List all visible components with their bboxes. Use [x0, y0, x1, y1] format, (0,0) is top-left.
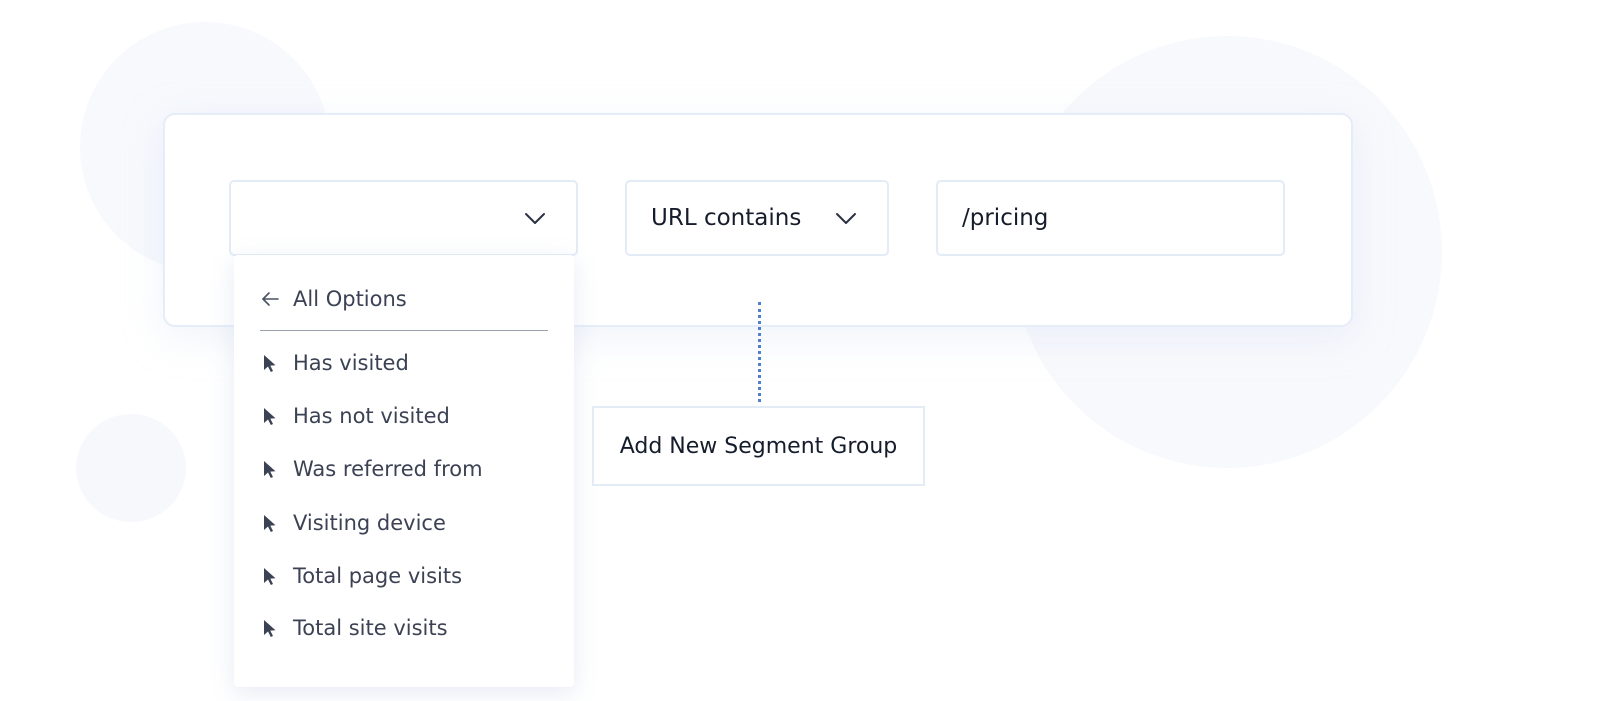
- dropdown-divider: [260, 330, 548, 331]
- condition-value-input[interactable]: /pricing: [936, 180, 1285, 256]
- group-connector-line: [758, 302, 761, 402]
- condition-value-text: /pricing: [962, 205, 1049, 231]
- option-was-referred-from[interactable]: Was referred from: [260, 451, 483, 487]
- condition-operator-value: URL contains: [651, 205, 802, 231]
- chevron-down-icon: [835, 207, 857, 229]
- cursor-pointer-icon: [260, 513, 280, 533]
- add-segment-group-label: Add New Segment Group: [619, 433, 898, 459]
- cursor-pointer-icon: [260, 566, 280, 586]
- option-total-page-visits[interactable]: Total page visits: [260, 558, 462, 594]
- condition-operator-select[interactable]: URL contains: [625, 180, 889, 256]
- background-blob: [76, 414, 186, 522]
- option-visiting-device[interactable]: Visiting device: [260, 505, 446, 541]
- add-segment-group-button[interactable]: Add New Segment Group: [592, 406, 925, 486]
- back-to-all-options[interactable]: All Options: [260, 281, 407, 317]
- arrow-left-icon: [260, 289, 280, 309]
- option-label: Has visited: [293, 351, 409, 375]
- option-has-not-visited[interactable]: Has not visited: [260, 398, 450, 434]
- chevron-down-icon: [524, 207, 546, 229]
- option-label: Total page visits: [293, 564, 463, 588]
- cursor-pointer-icon: [260, 459, 280, 479]
- option-has-visited[interactable]: Has visited: [260, 345, 409, 381]
- option-label: Has not visited: [293, 404, 450, 428]
- cursor-pointer-icon: [260, 618, 280, 638]
- option-label: Was referred from: [293, 457, 483, 481]
- cursor-pointer-icon: [260, 353, 280, 373]
- condition-category-dropdown: All Options Has visited Has not visited …: [234, 255, 574, 687]
- back-label: All Options: [293, 287, 407, 311]
- cursor-pointer-icon: [260, 406, 280, 426]
- segment-builder-canvas: URL contains /pricing All Options Has vi…: [0, 0, 1600, 701]
- condition-category-select[interactable]: [229, 180, 578, 256]
- option-label: Visiting device: [293, 511, 446, 535]
- option-label: Total site visits: [293, 616, 448, 640]
- option-total-site-visits[interactable]: Total site visits: [260, 610, 448, 646]
